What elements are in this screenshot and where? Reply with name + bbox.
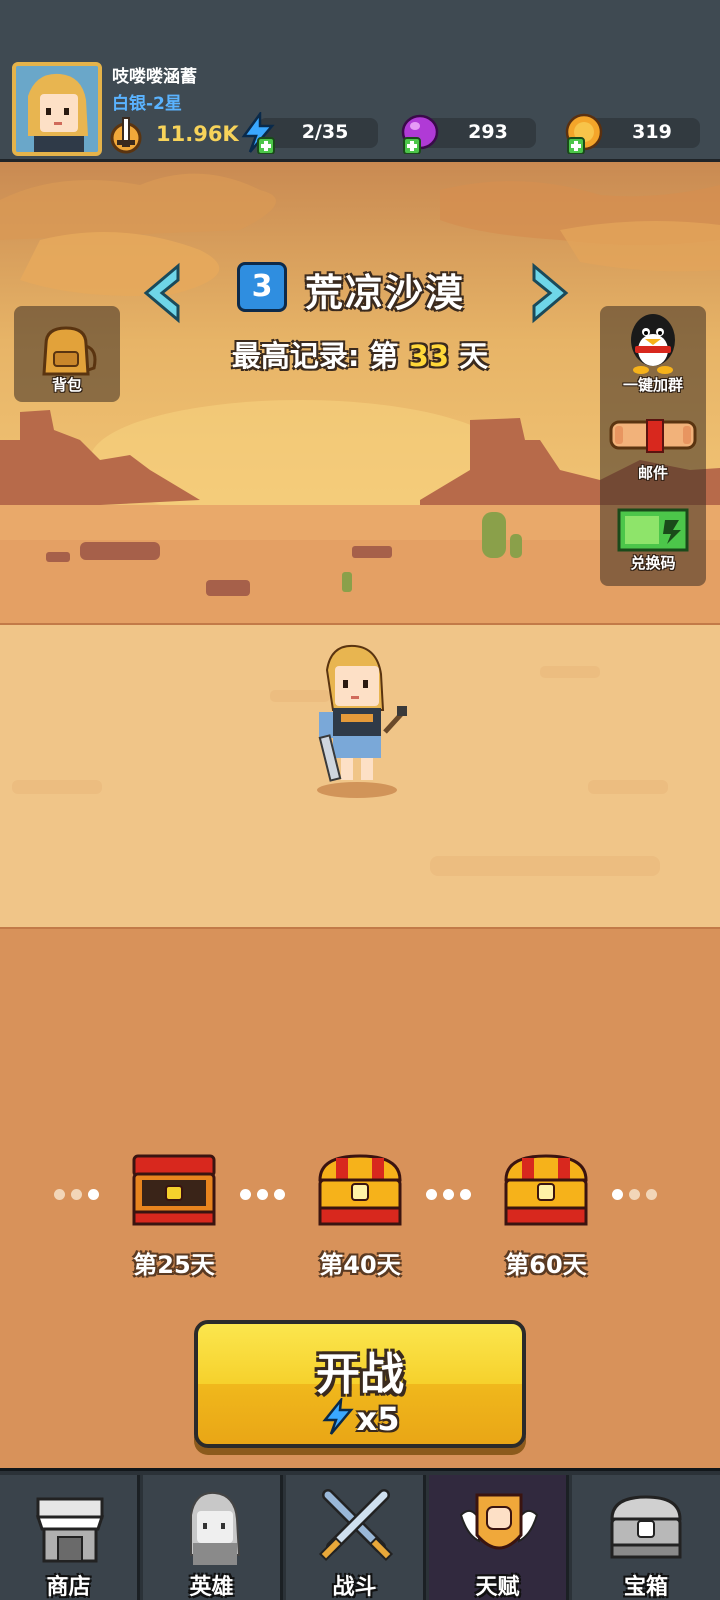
redeem-code-button[interactable]: 兑换码 — [600, 500, 706, 580]
start-battle-cost: x5 — [198, 1395, 522, 1438]
tab-battle-label: 战斗 — [332, 1575, 377, 1600]
best-record-day: 33 — [408, 339, 450, 373]
scroll-mail-icon — [609, 419, 697, 453]
start-battle-button[interactable]: 开战 x5 — [194, 1320, 526, 1448]
hero-character[interactable] — [305, 640, 415, 800]
progress-dot — [240, 1189, 251, 1200]
energy-icon — [321, 1395, 354, 1435]
progress-dot — [629, 1189, 640, 1200]
combat-power-icon — [110, 117, 142, 154]
energy-value: 2/35 — [301, 121, 349, 143]
progress-dot — [646, 1189, 657, 1200]
milestone-label: 第25天 — [133, 1251, 215, 1279]
tab-shop[interactable]: 商店 — [0, 1475, 140, 1600]
progress-dot — [257, 1189, 268, 1200]
start-cost-value: x5 — [356, 1400, 400, 1438]
mail-button[interactable]: 邮件 — [600, 410, 706, 490]
progress-dot — [54, 1189, 65, 1200]
join-group-label: 一键加群 — [622, 376, 683, 394]
milestone-chest-opened-icon[interactable] — [130, 1150, 218, 1230]
energy-add-icon[interactable] — [238, 112, 278, 154]
join-group-button[interactable]: 一键加群 — [600, 310, 706, 396]
progress-dot — [426, 1189, 437, 1200]
gem-add-icon[interactable] — [400, 112, 440, 154]
treasure-chest-icon — [610, 1495, 682, 1559]
tab-hero-label: 英雄 — [189, 1575, 234, 1600]
progress-dots-3 — [426, 1185, 477, 1200]
ticket-icon — [617, 508, 689, 552]
tab-talent[interactable]: 天赋 — [429, 1475, 569, 1600]
best-record-prefix: 最高记录: 第 — [231, 339, 399, 373]
milestone-chest-icon[interactable] — [316, 1150, 404, 1230]
start-battle-label: 开战 — [316, 1349, 404, 1400]
tab-shop-label: 商店 — [46, 1575, 91, 1600]
player-rank: 白银-2星 — [112, 94, 182, 114]
milestone-label: 第60天 — [505, 1251, 587, 1279]
shop-icon — [35, 1497, 105, 1563]
progress-dot — [71, 1189, 82, 1200]
progress-dot — [612, 1189, 623, 1200]
progress-dots-2 — [240, 1185, 291, 1200]
hero-portrait-icon — [16, 66, 98, 152]
milestone-chest-icon[interactable] — [502, 1150, 590, 1230]
progress-dot — [274, 1189, 285, 1200]
redeem-code-label: 兑换码 — [630, 554, 676, 572]
progress-dot — [460, 1189, 471, 1200]
crossed-swords-icon — [318, 1489, 394, 1562]
tab-chest-label: 宝箱 — [623, 1575, 668, 1600]
player-avatar[interactable] — [12, 62, 102, 156]
combat-power-value: 11.96K — [156, 122, 239, 146]
next-stage-arrow-icon[interactable] — [528, 262, 574, 324]
best-record-suffix: 天 — [459, 339, 489, 373]
mail-label: 邮件 — [637, 464, 668, 482]
backpack-label: 背包 — [51, 376, 82, 394]
tab-battle[interactable]: 战斗 — [286, 1475, 426, 1600]
progress-dots-1 — [54, 1185, 105, 1200]
backpack-icon — [42, 326, 97, 376]
coin-add-icon[interactable] — [564, 112, 604, 154]
bottom-nav: 商店 英雄 战斗 天赋 宝箱 — [0, 1468, 720, 1600]
hero-icon — [190, 1491, 241, 1565]
progress-dot — [88, 1189, 99, 1200]
progress-dot — [443, 1189, 454, 1200]
tab-talent-label: 天赋 — [475, 1575, 520, 1600]
coin-value: 319 — [632, 121, 672, 143]
talent-fist-icon — [459, 1493, 539, 1550]
milestone-label: 第40天 — [319, 1251, 401, 1279]
backpack-button[interactable]: 背包 — [14, 306, 120, 402]
player-name: 吱喽喽涵蓄 — [112, 67, 197, 87]
progress-dots-4 — [612, 1185, 663, 1200]
gem-value: 293 — [468, 121, 508, 143]
game-screen: 吱喽喽涵蓄 白银-2星 11.96K 2/35 293 319 3 荒凉沙漠 最… — [0, 0, 720, 1600]
tab-hero[interactable]: 英雄 — [143, 1475, 283, 1600]
stage-number-badge: 3 — [237, 262, 287, 312]
stage-name: 荒凉沙漠 — [305, 271, 466, 315]
tab-chest[interactable]: 宝箱 — [572, 1475, 720, 1600]
prev-stage-arrow-icon[interactable] — [138, 262, 184, 324]
penguin-icon — [631, 314, 675, 374]
